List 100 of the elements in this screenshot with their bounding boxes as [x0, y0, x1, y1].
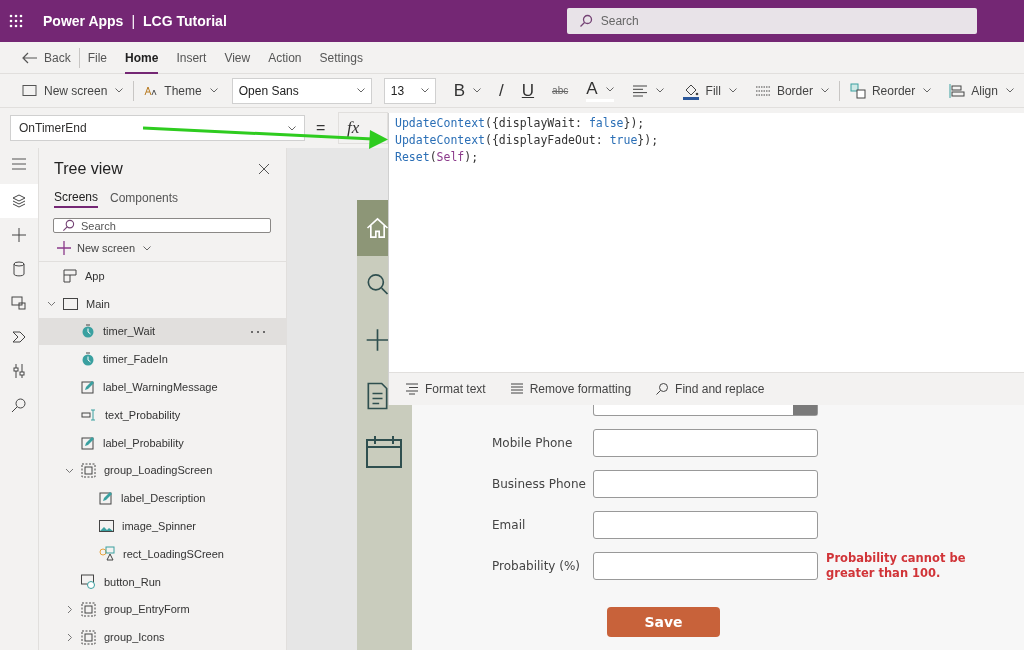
caret-icon [288, 125, 296, 131]
font-size-dropdown[interactable]: 13 [383, 77, 436, 104]
fill-button[interactable]: Fill [681, 81, 737, 100]
search-field[interactable]: Search [53, 218, 271, 233]
caret-icon [420, 88, 429, 93]
dropdown-field[interactable] [593, 405, 818, 416]
caret-icon [605, 86, 614, 92]
text-input-icon [81, 408, 97, 421]
button-icon [81, 574, 96, 590]
underline-button[interactable]: U [521, 80, 535, 101]
menu-icon[interactable] [11, 158, 27, 170]
tree-item[interactable]: label_WarningMessage [39, 373, 286, 401]
tree-item[interactable]: text_Probability [39, 401, 286, 429]
close-icon[interactable] [258, 163, 270, 175]
tree-item[interactable]: group_LoadingScreen [39, 456, 286, 485]
chevron-icon[interactable] [65, 604, 74, 614]
new-screen-button[interactable]: New screen [22, 83, 124, 98]
reorder-icon [849, 82, 866, 99]
caret-icon [209, 88, 218, 93]
tree-item[interactable]: group_Icons [39, 623, 286, 650]
equals-sign: = [316, 119, 327, 137]
reorder-button[interactable]: Reorder [849, 82, 932, 99]
edit-label-icon [99, 491, 113, 506]
tree-item[interactable]: App [39, 262, 286, 290]
panel-tab[interactable]: Components [110, 188, 179, 208]
tree-item[interactable]: image_Spinner [39, 512, 286, 540]
caret-icon [1005, 88, 1014, 93]
field-label: Probability (%) [492, 559, 581, 573]
strikethrough-button[interactable]: abc [552, 85, 569, 96]
menu-tab[interactable]: View [224, 41, 251, 74]
text-align-button[interactable] [631, 84, 664, 97]
tree-item[interactable]: timer_FadeIn [39, 345, 286, 374]
screen-icon [22, 83, 38, 98]
align-button[interactable]: Align [949, 83, 1014, 98]
chevron-icon[interactable] [65, 632, 74, 642]
panel-tab[interactable]: Screens [54, 188, 99, 208]
shapes-icon [99, 546, 115, 562]
plus-icon [11, 227, 27, 243]
tree-item[interactable]: Main [39, 289, 286, 318]
edit-label-icon [81, 380, 95, 395]
menu-tab[interactable]: Home [125, 41, 159, 74]
align-left-icon [949, 83, 966, 98]
app-launcher-icon[interactable] [9, 14, 23, 28]
border-icon [754, 84, 771, 97]
tree-item[interactable]: rect_LoadingSCreen [39, 539, 286, 568]
tree-item[interactable]: timer_Wait [39, 317, 286, 346]
database-icon [12, 261, 26, 277]
tree-item[interactable]: button_Run [39, 567, 286, 596]
code-editor[interactable]: UpdateContext({displayWait: false}); UpdateContext({displayFadeOut: true}); Reset(Self); [389, 113, 1024, 372]
menu-tab[interactable]: Action [268, 41, 302, 74]
more-icon[interactable] [250, 329, 266, 334]
font-dropdown[interactable]: Open Sans [231, 77, 372, 104]
input-field[interactable] [593, 552, 818, 580]
theme-icon [144, 84, 159, 97]
search-field[interactable]: Search [566, 8, 977, 34]
field-label: Email [492, 518, 527, 532]
search-icon [578, 14, 593, 28]
caret-icon [356, 88, 365, 93]
border-button[interactable]: Border [754, 83, 829, 98]
font-color-button[interactable]: A [586, 79, 614, 102]
tree-item[interactable]: group_EntryForm [39, 595, 286, 624]
theme-button[interactable]: Theme [144, 83, 218, 98]
group-icon [81, 462, 96, 478]
bold-button[interactable]: B [453, 80, 482, 101]
input-field[interactable] [593, 511, 818, 539]
save-button[interactable]: Save [607, 607, 720, 637]
new-screen-button[interactable]: New screen [57, 241, 286, 255]
flow-icon [11, 329, 27, 345]
screen-icon [63, 297, 78, 310]
menu-tab[interactable]: Insert [176, 41, 207, 74]
field-label: Mobile Phone [492, 436, 574, 450]
tree-item[interactable]: label_Description [39, 484, 286, 513]
editor-action-button[interactable]: Find and replace [655, 382, 765, 396]
tools-icon [12, 363, 26, 379]
tree-item[interactable]: label_Probability [39, 428, 286, 457]
group-icon [81, 629, 96, 645]
rail-item[interactable] [0, 184, 38, 218]
property-dropdown[interactable]: OnTimerEnd [10, 115, 305, 141]
calendar-icon [365, 435, 403, 469]
panel-title: Tree view [54, 160, 123, 178]
italic-button[interactable]: / [499, 80, 504, 101]
editor-action-button[interactable]: Remove formatting [509, 382, 632, 396]
lines-icon [509, 383, 524, 395]
chevron-icon[interactable] [47, 299, 56, 309]
caret-icon [473, 88, 482, 93]
input-field[interactable] [593, 429, 818, 457]
align-lines-icon [631, 84, 648, 97]
field-label: Business Phone [492, 477, 587, 491]
menu-tab[interactable]: Settings [319, 41, 363, 74]
plus-icon [57, 241, 71, 255]
back-button[interactable]: Back [22, 41, 71, 74]
caret-icon [923, 88, 932, 93]
menu-tab[interactable]: File [87, 41, 108, 74]
group-icon [81, 601, 96, 617]
input-field[interactable] [593, 470, 818, 498]
media-icon [11, 295, 27, 311]
caret-icon [143, 245, 152, 251]
caret-icon [728, 88, 737, 93]
editor-action-button[interactable]: Format text [405, 382, 486, 396]
error-message: Probability cannot be greater than 100. [825, 551, 967, 581]
